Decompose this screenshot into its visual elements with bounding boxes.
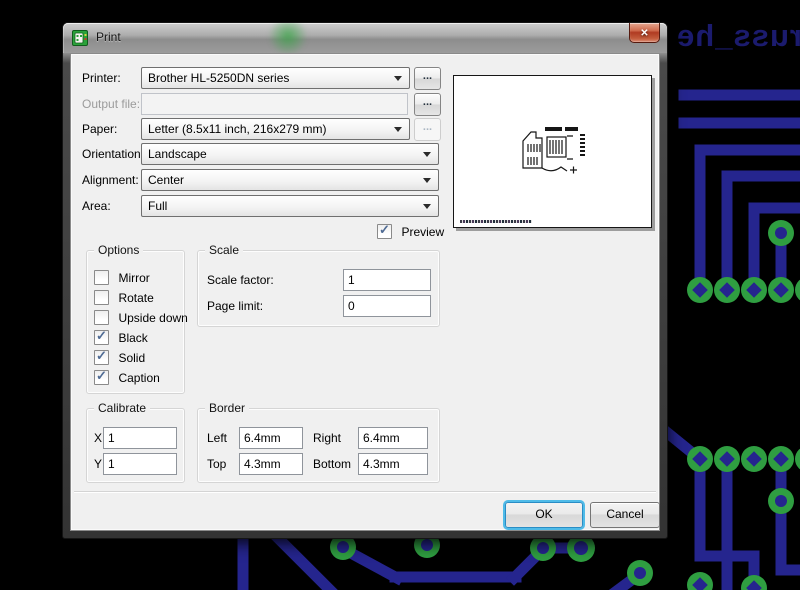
rotate-label: Rotate: [118, 290, 154, 305]
scale-factor-label: Scale factor:: [207, 273, 274, 287]
options-group-title: Options: [94, 243, 144, 257]
alignment-value: Center: [148, 173, 185, 187]
scale-factor-input[interactable]: [343, 269, 431, 291]
chevron-down-icon: [394, 127, 402, 132]
mirrored-silkscreen-text: russ_he: [676, 18, 800, 53]
rotate-checkbox[interactable]: Rotate: [94, 289, 154, 307]
border-top-label: Top: [207, 457, 227, 471]
calibrate-x-input[interactable]: [103, 427, 177, 449]
checkbox-icon[interactable]: [94, 348, 109, 366]
dialog-body: Printer: Brother HL-5250DN series ... Ou…: [70, 53, 660, 531]
upside-down-label: Upside down: [118, 310, 188, 325]
checkbox-icon[interactable]: [94, 310, 109, 326]
printer-select[interactable]: Brother HL-5250DN series: [141, 67, 410, 89]
page-limit-label: Page limit:: [207, 299, 264, 313]
scale-group-title: Scale: [205, 243, 244, 257]
chevron-down-icon: [423, 152, 431, 157]
window-title: Print: [96, 30, 121, 44]
area-value: Full: [148, 199, 168, 213]
border-bottom-label: Bottom: [313, 457, 352, 471]
black-label: Black: [118, 330, 148, 345]
calibrate-x-label: X: [94, 431, 103, 445]
border-right-label: Right: [313, 431, 342, 445]
paper-browse-button: ...: [414, 118, 441, 141]
close-icon: ✕: [640, 28, 649, 39]
page-limit-input[interactable]: [343, 295, 431, 317]
upside-down-checkbox[interactable]: Upside down: [94, 309, 188, 327]
printer-value: Brother HL-5250DN series: [148, 71, 290, 85]
mirror-checkbox[interactable]: Mirror: [94, 269, 150, 287]
chevron-down-icon: [394, 76, 402, 81]
calibrate-group: Calibrate X Y: [86, 401, 185, 483]
title-bar[interactable]: Print ✕: [63, 23, 667, 53]
checkbox-icon[interactable]: [94, 368, 109, 386]
preview-checkbox[interactable]: Preview: [377, 222, 445, 241]
border-top-input[interactable]: [239, 453, 303, 475]
alignment-label: Alignment:: [82, 173, 139, 187]
chevron-down-icon: [423, 204, 431, 209]
checkbox-icon[interactable]: [94, 290, 109, 306]
close-button[interactable]: ✕: [629, 23, 660, 43]
app-icon: [72, 30, 88, 46]
area-select[interactable]: Full: [141, 195, 439, 217]
border-left-label: Left: [207, 431, 228, 445]
border-left-input[interactable]: [239, 427, 303, 449]
print-dialog: Print ✕ Printer: Brother HL-5250DN serie…: [62, 22, 668, 539]
border-group: Border Left Right Top Bottom: [197, 401, 440, 483]
paper-select[interactable]: Letter (8.5x11 inch, 216x279 mm): [141, 118, 410, 140]
paper-value: Letter (8.5x11 inch, 216x279 mm): [148, 122, 327, 136]
mirror-label: Mirror: [118, 270, 150, 285]
ok-button[interactable]: OK: [505, 502, 583, 528]
solid-checkbox[interactable]: Solid: [94, 348, 146, 367]
cancel-button[interactable]: Cancel: [590, 502, 660, 528]
alignment-select[interactable]: Center: [141, 169, 439, 191]
paper-label: Paper:: [82, 122, 118, 136]
calibrate-y-input[interactable]: [103, 453, 177, 475]
output-file-input: [141, 93, 408, 115]
glass-via-glow: [266, 23, 310, 53]
screen: russ_he Print ✕ Printer: Brother HL-5250…: [0, 0, 800, 590]
print-preview-page: [453, 75, 652, 228]
options-group: Options Mirror Rotate Upside down Black: [86, 243, 188, 394]
checkbox-icon[interactable]: [377, 222, 392, 240]
border-group-title: Border: [205, 401, 250, 415]
printer-browse-button[interactable]: ...: [414, 67, 441, 90]
preview-checkbox-label: Preview: [401, 224, 445, 239]
orientation-value: Landscape: [148, 147, 207, 161]
area-label: Area:: [82, 199, 111, 213]
caption-label: Caption: [118, 370, 160, 385]
scale-group: Scale Scale factor: Page limit:: [197, 243, 440, 327]
checkbox-icon[interactable]: [94, 328, 109, 346]
output-file-label: Output file:: [82, 97, 141, 111]
orientation-label: Orientation:: [82, 147, 145, 161]
printer-label: Printer:: [82, 71, 121, 85]
solid-label: Solid: [118, 350, 146, 365]
pcb-thumbnail: [522, 127, 585, 174]
output-file-browse-button[interactable]: ...: [414, 93, 441, 116]
caption-checkbox[interactable]: Caption: [94, 368, 160, 387]
calibrate-y-label: Y: [94, 457, 103, 471]
calibrate-group-title: Calibrate: [94, 401, 151, 415]
border-right-input[interactable]: [358, 427, 428, 449]
checkbox-icon[interactable]: [94, 270, 109, 286]
border-bottom-input[interactable]: [358, 453, 428, 475]
divider: [74, 491, 656, 493]
chevron-down-icon: [423, 178, 431, 183]
preview-caption-text: [460, 220, 532, 223]
orientation-select[interactable]: Landscape: [141, 143, 439, 165]
black-checkbox[interactable]: Black: [94, 328, 148, 347]
